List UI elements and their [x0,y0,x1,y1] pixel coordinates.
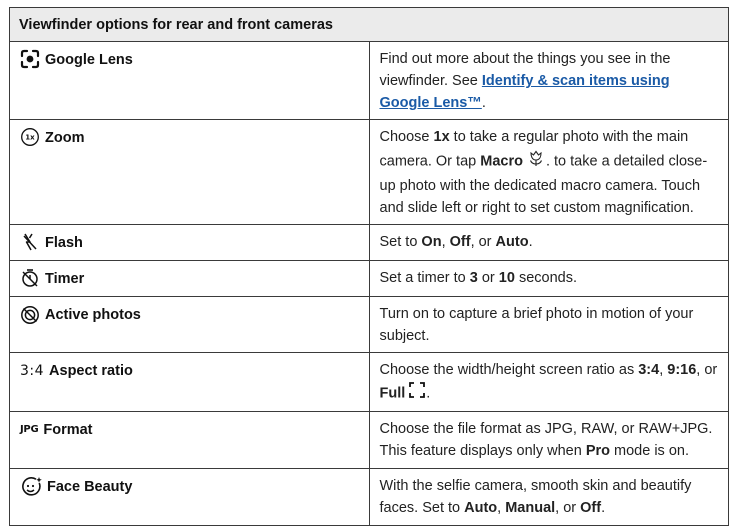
bold-term: Off [449,234,471,250]
timer-off-icon [20,268,40,288]
table-row: Timer Set a timer to 3 or 10 seconds. [9,260,729,298]
flash-off-icon [20,232,40,252]
option-description: Find out more about the things you see i… [368,41,729,120]
option-description: Choose the width/height screen ratio as … [368,352,729,413]
description-text: seconds. [514,270,578,287]
bold-term: Full [379,385,406,402]
table-row: Face Beauty With the selfie camera, smoo… [9,468,729,526]
option-name-cell: JPG Format [9,411,370,470]
table-row: JPG Format Choose the file format as JPG,… [9,411,729,470]
option-name-cell: Face Beauty [9,468,370,526]
option-name: Google Lens [45,52,133,69]
bold-term: 3 [469,270,478,287]
bold-term: Off [580,500,602,517]
description-text: . [528,234,533,250]
table-row: 1x Zoom Choose 1x to take a regular phot… [9,119,729,225]
option-name-cell: 1x Zoom [9,119,370,225]
bold-term: On [421,234,442,250]
face-beauty-icon [20,476,42,498]
option-description: Set a timer to 3 or 10 seconds. [368,260,729,298]
jpg-format-icon: JPG [20,423,39,435]
description-text: . [601,500,606,517]
option-name: Zoom [45,130,85,147]
table-row: Active photos Turn on to capture a brief… [9,296,729,354]
description-text: , or [555,500,581,517]
description-text: , [497,500,506,517]
zoom-icon-label: 1x [25,134,35,142]
aspect-ratio-icon: 3:4 [20,362,45,379]
description-text: or [477,270,499,287]
zoom-1x-icon: 1x [20,127,40,147]
option-name: Aspect ratio [49,363,133,380]
option-name: Flash [45,235,83,252]
option-name: Timer [45,271,85,288]
option-description: With the selfie camera, smooth skin and … [368,468,729,526]
bold-term: 9:16 [667,362,697,379]
description-text: . [481,95,486,111]
bold-term: 10 [498,270,515,287]
description-text: mode is on. [610,443,689,460]
option-name-cell: Timer [9,260,370,298]
table-row: 3:4 Aspect ratio Choose the width/height … [9,352,729,413]
google-lens-icon [20,49,40,69]
bold-term: 3:4 [638,362,660,379]
description-text: Choose [379,129,434,145]
option-name-cell: Flash [9,223,370,262]
option-name-cell: Active photos [9,296,370,354]
active-photos-off-icon [20,305,40,325]
option-description: Choose 1x to take a regular photo with t… [368,119,729,225]
table-row: Flash Set to On, Off, or Auto. [9,223,729,262]
option-name: Format [43,422,93,439]
option-name: Active photos [45,307,141,324]
macro-flower-icon [526,148,546,175]
option-description: Set to On, Off, or Auto. [368,223,729,262]
description-text: , or [470,234,496,250]
bold-term: Pro [585,443,610,460]
option-name: Face Beauty [47,479,133,496]
table-header-row: Viewfinder options for rear and front ca… [9,7,729,42]
full-frame-icon [408,381,426,406]
option-name-cell: Google Lens [9,41,370,120]
description-text: Set a timer to [379,270,470,287]
description-text: . [426,385,431,402]
bold-term: Manual [505,500,556,517]
table-title: Viewfinder options for rear and front ca… [9,7,729,42]
option-description: Choose the file format as JPG, RAW, or R… [368,411,729,470]
bold-term: Auto [464,500,498,517]
option-name-cell: 3:4 Aspect ratio [9,352,370,413]
description-text: , or [696,362,718,379]
bold-term: 1x [433,129,450,145]
viewfinder-options-table: Viewfinder options for rear and front ca… [9,7,729,526]
table-row: Google Lens Find out more about the thin… [9,41,729,120]
description-text: , [441,234,450,250]
bold-term: Macro [480,153,523,170]
description-text: Choose the width/height screen ratio as [379,362,639,379]
option-description: Turn on to capture a brief photo in moti… [368,296,729,354]
description-text: Set to [379,234,422,250]
bold-term: Auto [495,234,529,250]
